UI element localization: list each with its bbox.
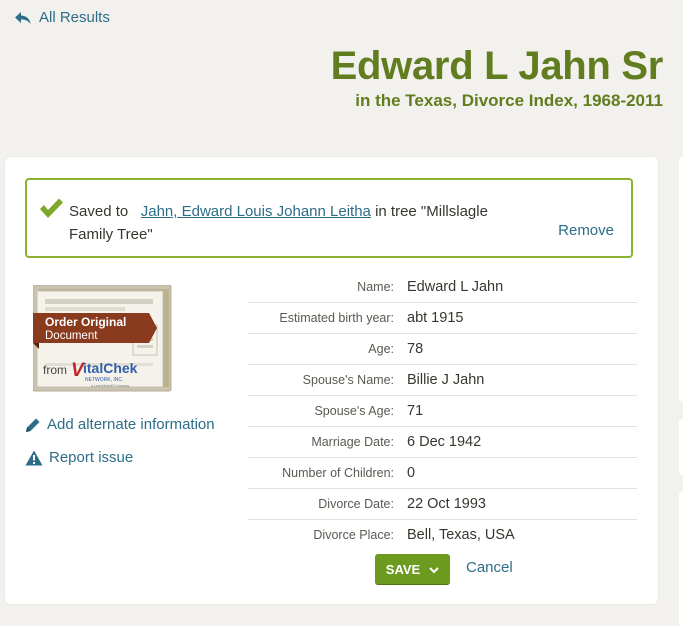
table-row: Number of Children: 0 xyxy=(248,458,637,489)
vitalchek-logo: italChek xyxy=(83,360,138,376)
saved-prefix: Saved to xyxy=(69,203,129,220)
fact-label: Marriage Date: xyxy=(311,435,394,449)
fact-label: Spouse's Name: xyxy=(302,373,394,387)
report-issue-link[interactable]: Report issue xyxy=(25,449,133,466)
all-results-label: All Results xyxy=(39,9,110,26)
add-alternate-label: Add alternate information xyxy=(47,416,215,433)
fact-value: abt 1915 xyxy=(407,310,464,326)
fact-value: Edward L Jahn xyxy=(407,279,504,295)
save-button[interactable]: SAVE xyxy=(375,554,450,584)
record-card: Saved to Jahn, Edward Louis Johann Leith… xyxy=(5,157,658,604)
table-row: Marriage Date: 6 Dec 1942 xyxy=(248,427,637,458)
fact-value: Bell, Texas, USA xyxy=(407,527,515,543)
fact-label: Age: xyxy=(368,342,394,356)
table-row: Spouse's Name: Billie J Jahn xyxy=(248,365,637,396)
table-row: Spouse's Age: 71 xyxy=(248,396,637,427)
chevron-down-icon xyxy=(429,562,439,577)
cancel-button[interactable]: Cancel xyxy=(466,559,513,576)
fact-label: Divorce Place: xyxy=(313,528,394,542)
fact-value: 71 xyxy=(407,403,424,419)
saved-to-text: Saved to Jahn, Edward Louis Johann Leith… xyxy=(69,200,501,246)
table-row: Estimated birth year: abt 1915 xyxy=(248,303,637,334)
table-row: Divorce Place: Bell, Texas, USA xyxy=(248,520,637,550)
fact-label: Estimated birth year: xyxy=(279,311,394,325)
fact-label: Spouse's Age: xyxy=(314,404,394,418)
fact-value: 6 Dec 1942 xyxy=(407,434,482,450)
side-panel-edge xyxy=(679,419,683,475)
table-row: Divorce Date: 22 Oct 1993 xyxy=(248,489,637,520)
side-panel-edge xyxy=(679,157,683,401)
order-line-2: Document xyxy=(45,330,98,342)
add-alternate-info-link[interactable]: Add alternate information xyxy=(25,416,215,433)
table-row: Name: Edward L Jahn xyxy=(248,272,637,303)
reply-arrow-icon xyxy=(14,11,32,25)
warning-icon xyxy=(25,450,43,466)
record-facts-table: Name: Edward L Jahn Estimated birth year… xyxy=(248,272,637,550)
fact-label: Number of Children: xyxy=(282,466,394,480)
report-issue-label: Report issue xyxy=(49,449,134,466)
saved-to-tree-banner: Saved to Jahn, Edward Louis Johann Leith… xyxy=(25,178,633,258)
checkmark-icon xyxy=(38,197,64,224)
fact-label: Divorce Date: xyxy=(318,497,394,511)
page-title: Edward L Jahn Sr xyxy=(330,44,664,88)
fact-value: 78 xyxy=(407,341,424,357)
page-header: Edward L Jahn Sr in the Texas, Divorce I… xyxy=(330,42,664,112)
page-subtitle: in the Texas, Divorce Index, 1968-2011 xyxy=(355,91,663,110)
all-results-link[interactable]: All Results xyxy=(14,9,110,26)
order-line-1: Order Original xyxy=(45,315,126,329)
vitalchek-network: NETWORK, INC. xyxy=(85,377,123,383)
remove-button[interactable]: Remove xyxy=(558,222,614,239)
fact-value: 22 Oct 1993 xyxy=(407,496,486,512)
save-label: SAVE xyxy=(385,561,421,577)
fact-value: 0 xyxy=(407,465,416,481)
pencil-icon xyxy=(25,417,41,433)
order-original-document[interactable]: Order Original Document from V italChek … xyxy=(32,284,173,393)
from-label: from xyxy=(43,363,67,377)
fact-label: Name: xyxy=(357,280,394,294)
table-row: Age: 78 xyxy=(248,334,637,365)
vitalchek-tagline: a LexisNexis® Company xyxy=(91,384,130,388)
tree-person-link[interactable]: Jahn, Edward Louis Johann Leitha xyxy=(141,203,371,220)
fact-value: Billie J Jahn xyxy=(407,372,485,388)
side-panel-edge xyxy=(679,492,683,626)
